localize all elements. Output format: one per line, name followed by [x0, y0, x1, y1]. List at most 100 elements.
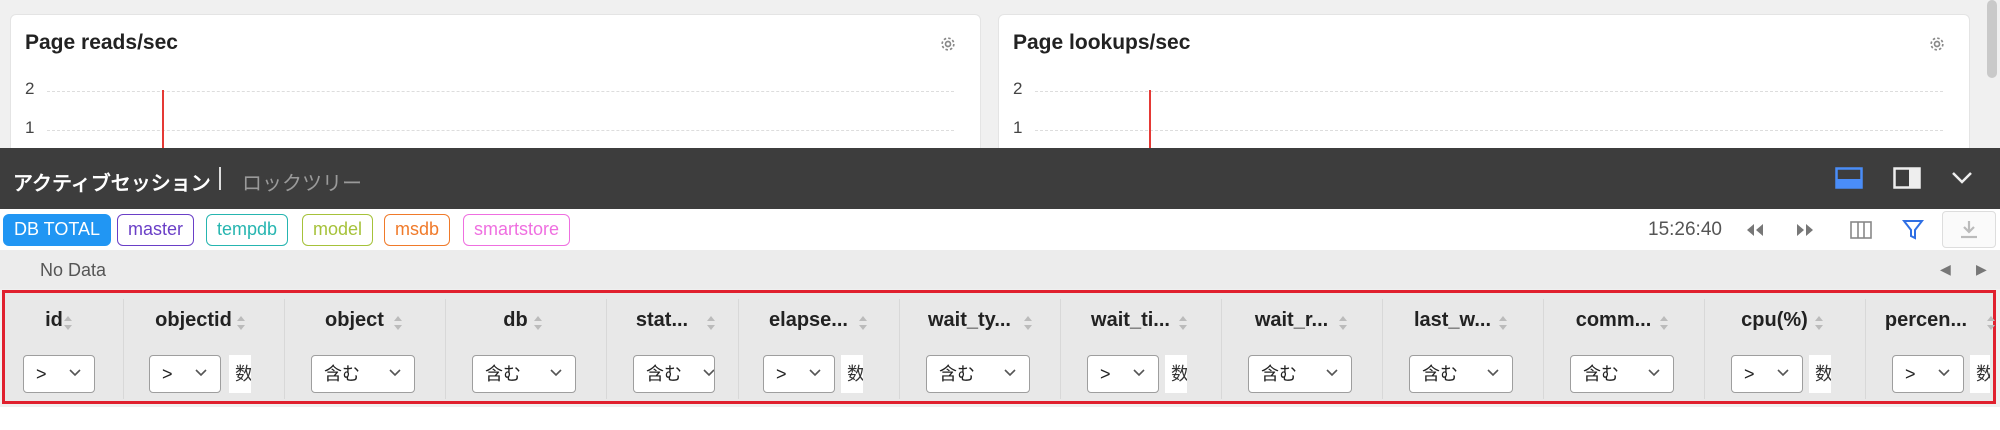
bottom-panel-header: アクティブセッション ロックツリー: [0, 148, 2000, 209]
column-title: object: [325, 309, 384, 331]
db-chip-model[interactable]: model: [302, 214, 374, 246]
sort-icon[interactable]: [1986, 313, 1996, 333]
operator-select[interactable]: 含む: [1409, 355, 1513, 393]
layout-bottom-icon[interactable]: [1834, 164, 1864, 192]
operator-select[interactable]: 含む: [926, 355, 1030, 393]
db-chip-master[interactable]: master: [117, 214, 195, 246]
sort-icon[interactable]: [1659, 313, 1669, 333]
chevron-down-icon: [1777, 369, 1789, 377]
gear-icon[interactable]: [938, 34, 958, 54]
operator-select[interactable]: 含む: [472, 355, 576, 393]
sort-icon[interactable]: [1814, 313, 1824, 333]
sort-icon[interactable]: [393, 313, 403, 333]
scroll-left-icon[interactable]: ◀: [1940, 261, 1951, 278]
grid-body: [0, 407, 2000, 430]
chevron-down-icon: [1004, 369, 1016, 377]
operator-value: >: [1100, 364, 1111, 384]
db-chip-msdb[interactable]: msdb: [384, 214, 451, 246]
operator-value: 含む: [485, 364, 521, 384]
operator-value: >: [36, 364, 47, 384]
column-header[interactable]: last_w... 含む: [1382, 293, 1543, 401]
sort-icon[interactable]: [1178, 313, 1188, 333]
grid-line: [1035, 130, 1943, 131]
column-header[interactable]: objectid > 数字: [123, 293, 284, 401]
no-data-message: No Data: [40, 260, 107, 280]
column-header[interactable]: object 含む: [284, 293, 445, 401]
operator-select[interactable]: >: [763, 355, 835, 393]
operator-value: 含む: [646, 364, 682, 384]
sort-icon[interactable]: [858, 313, 868, 333]
operator-select[interactable]: 含む: [633, 355, 715, 393]
columns-icon[interactable]: [1846, 216, 1876, 244]
sort-icon[interactable]: [1023, 313, 1033, 333]
db-chip-smartstore[interactable]: smartstore: [463, 214, 571, 246]
column-divider: [1382, 299, 1383, 399]
operator-select[interactable]: >: [1087, 355, 1159, 393]
fast-forward-icon[interactable]: [1790, 216, 1820, 244]
column-divider: [1704, 299, 1705, 399]
column-header[interactable]: wait_r... 含む: [1221, 293, 1382, 401]
column-header[interactable]: wait_ty... 含む: [899, 293, 1060, 401]
chevron-down-icon: [389, 369, 401, 377]
layout-side-icon[interactable]: [1892, 164, 1922, 192]
operator-value: 含む: [324, 364, 360, 384]
download-button[interactable]: [1942, 211, 1996, 248]
column-header[interactable]: db 含む: [445, 293, 606, 401]
operator-select[interactable]: 含む: [1570, 355, 1674, 393]
column-header[interactable]: cpu(%) > 数字: [1704, 293, 1865, 401]
sort-icon[interactable]: [1498, 313, 1508, 333]
column-divider: [1060, 299, 1061, 399]
chevron-down-icon[interactable]: [1947, 164, 1977, 192]
number-input[interactable]: 数字: [1809, 355, 1831, 393]
db-chip-tempdb[interactable]: tempdb: [206, 214, 289, 246]
operator-select[interactable]: >: [1892, 355, 1964, 393]
operator-select[interactable]: 含む: [1248, 355, 1352, 393]
tab-active-sessions[interactable]: アクティブセッション: [13, 167, 211, 196]
rewind-icon[interactable]: [1740, 216, 1770, 244]
column-divider: [899, 299, 900, 399]
column-divider: [738, 299, 739, 399]
column-divider: [1543, 299, 1544, 399]
chevron-down-icon: [1487, 369, 1499, 377]
sort-icon[interactable]: [706, 313, 716, 333]
column-header[interactable]: comm... 含む: [1543, 293, 1704, 401]
column-header[interactable]: stat... 含む: [606, 293, 738, 401]
sort-icon[interactable]: [1338, 313, 1348, 333]
download-icon: [1961, 220, 1977, 238]
number-input[interactable]: 数字: [1165, 355, 1187, 393]
filter-icon[interactable]: [1898, 216, 1928, 244]
column-divider: [606, 299, 607, 399]
chart-card-page-lookups: Page lookups/sec 2 1: [998, 14, 1970, 154]
scroll-right-icon[interactable]: ▶: [1976, 261, 1987, 278]
tab-lock-tree[interactable]: ロックツリー: [242, 167, 362, 196]
operator-select[interactable]: >: [149, 355, 221, 393]
sort-icon[interactable]: [63, 313, 73, 333]
column-divider: [1221, 299, 1222, 399]
column-header[interactable]: percen... > 数字: [1865, 293, 1996, 401]
column-header[interactable]: elapse... > 数字: [738, 293, 899, 401]
gear-icon[interactable]: [1927, 34, 1947, 54]
operator-value: 含む: [939, 364, 975, 384]
operator-value: >: [1744, 364, 1755, 384]
series-line: [162, 90, 164, 153]
status-row: No Data ◀ ▶: [0, 250, 2000, 289]
operator-select[interactable]: >: [23, 355, 95, 393]
operator-value: >: [1905, 364, 1916, 384]
number-input[interactable]: 数字: [1970, 355, 1990, 393]
operator-select[interactable]: >: [1731, 355, 1803, 393]
chevron-down-icon: [703, 369, 714, 377]
operator-select[interactable]: 含む: [311, 355, 415, 393]
number-input[interactable]: 数字: [841, 355, 863, 393]
chevron-down-icon: [1326, 369, 1338, 377]
column-divider: [284, 299, 285, 399]
column-title: db: [503, 309, 528, 331]
column-header[interactable]: wait_ti... > 数字: [1060, 293, 1221, 401]
sort-icon[interactable]: [236, 313, 246, 333]
operator-value: 含む: [1261, 364, 1297, 384]
db-filter-toolbar: DB TOTAL master tempdb model msdb smarts…: [0, 209, 2000, 250]
db-chip-total[interactable]: DB TOTAL: [3, 214, 112, 246]
column-header[interactable]: id >: [5, 293, 123, 401]
number-input[interactable]: 数字: [229, 355, 251, 393]
sort-icon[interactable]: [533, 313, 543, 333]
page-scrollbar[interactable]: [1987, 0, 1997, 78]
